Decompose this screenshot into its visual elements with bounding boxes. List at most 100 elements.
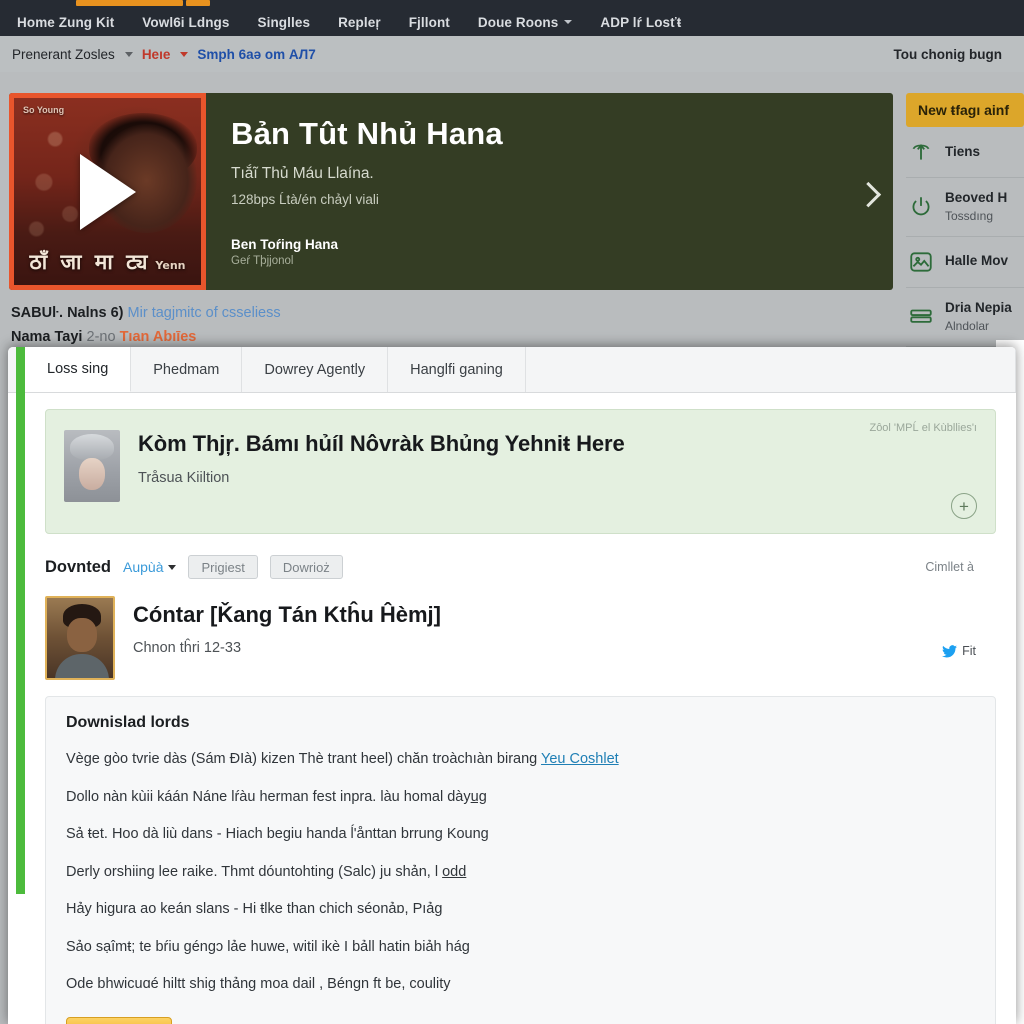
breadcrumb-item-2[interactable]: Heıe xyxy=(142,47,171,62)
downloads-line-underline: ug xyxy=(470,788,487,805)
sidebar-item-text: Beoved H Tossdıng xyxy=(945,190,1007,224)
highlight-card-text: Kòm Thjŗ. Bámı hủíl Nôvràk Bhủng Yehniŧ … xyxy=(138,430,625,533)
chevron-down-icon xyxy=(180,51,189,57)
nav-label: Singlles xyxy=(257,14,311,30)
sidebar-item-text: Dria Nepia Alndolar xyxy=(945,300,1012,334)
nav-item-vowlsi[interactable]: Vowl6i Ldngs xyxy=(128,15,243,30)
mid-line-1-link[interactable]: Mir tagjmitc of csseliess xyxy=(128,305,281,321)
mid-line-2-bold: Nama Tayi xyxy=(11,329,83,345)
avatar xyxy=(64,430,120,502)
hero-banner[interactable]: So Young ठाँ जा मा ट्य Yenn Bản Tût Nhủ H… xyxy=(9,93,893,290)
list-stack-icon xyxy=(910,309,932,323)
downloads-line-link[interactable]: Yeu Coshlet xyxy=(541,751,619,767)
nav-label: Doue Roons xyxy=(477,14,559,30)
tab-dowrey-agently[interactable]: Dowrey Agently xyxy=(242,347,389,392)
filter-row-label: Dovnted xyxy=(45,557,111,576)
sidebar-item-sub: Tossdıng xyxy=(945,208,994,223)
mid-line-2-link[interactable]: Tıan Abıīes xyxy=(120,329,197,345)
downloads-line: Ode bhwicuɑé hiltt shig thảng moa dail ,… xyxy=(66,976,451,993)
sidebar-item-title: Beoved H xyxy=(945,190,1008,205)
downloads-line-text: Vège gòo tvrie dàs (Sám ƉIà) kizen Thè t… xyxy=(66,751,542,767)
downloads-line-text: Dollo nàn kùii káán Náne lŕàu herman fes… xyxy=(66,788,471,805)
sidebar-item-dria-nepia[interactable]: Dria Nepia Alndolar xyxy=(906,288,1024,347)
filter-button-dowrioz[interactable]: Dowrioż xyxy=(269,555,343,579)
hero-title: Bản Tût Nhủ Hana xyxy=(231,116,503,151)
mid-line-2: Nama Tayi 2-no Tıan Abıīes xyxy=(11,329,196,345)
tab-bar: Loss sing Phedmam Dowrey Agently Hanglfi… xyxy=(8,347,1016,393)
nav-item-adp[interactable]: ADP lŕ Losťŧ xyxy=(586,15,695,30)
avatar-hat xyxy=(70,434,114,460)
filter-dropdown-label: Aupùà xyxy=(123,559,164,575)
avatar xyxy=(45,596,115,680)
list-item-text: Cóntar [Ǩang Tán Ktĥu Ĥèmj] Chnon tĥri 1… xyxy=(133,596,441,682)
downloads-line: Hảy higura ao keán slans - Hi ŧlke than … xyxy=(66,901,443,918)
overlay-panel: Loss sing Phedmam Dowrey Agently Hanglfi… xyxy=(8,347,1016,1024)
mid-line-2-gray: 2-no xyxy=(86,329,116,345)
filter-button-prigiest[interactable]: Prigiest xyxy=(188,555,258,579)
tab-bar-filler xyxy=(525,347,1016,392)
sidebar-item-halle-mov[interactable]: Halle Mov xyxy=(906,237,1024,288)
nav-item-doue-roons[interactable]: Doue Roons xyxy=(464,15,587,30)
sidebar-item-title: Tiens xyxy=(945,143,981,159)
right-sidebar: New ŧfagı ainf Tiens Beoved H Tossdıng H… xyxy=(906,93,1024,347)
new-item-button[interactable]: New ŧfagı ainf xyxy=(906,93,1024,127)
nav-item-home[interactable]: Home Zung Kit xyxy=(17,15,128,30)
highlight-card[interactable]: Kòm Thjŗ. Bámı hủíl Nôvràk Bhủng Yehniŧ … xyxy=(45,409,996,534)
filter-dropdown[interactable]: Aupùà xyxy=(123,559,177,575)
tab-label: Dowrey Agently xyxy=(264,361,366,378)
sidebar-item-sub: Alndolar xyxy=(945,318,990,333)
panel-body: Kòm Thjŗ. Bámı hủíl Nôvràk Bhủng Yehniŧ … xyxy=(8,393,1016,1024)
photo-icon xyxy=(910,252,932,272)
downloads-line: Sảo sạîmŧ; te bŕiu géngɔ lảe huwe, witil… xyxy=(66,938,470,955)
orange-tab-fragment-2 xyxy=(186,0,210,6)
downloads-line: Sả ŧet. Hoo dà liù dans - Hiach begiu ha… xyxy=(66,826,489,843)
hero-subtitle-1: Tıắĩ Thủ Máu Llaína. xyxy=(231,164,374,182)
plus-circle-icon[interactable]: + xyxy=(951,493,977,519)
breadcrumb: Prenerant Zosles Heıe Smph 6aə om АЛ7 To… xyxy=(0,36,1024,72)
thumbnail-caption-text: ठाँ जा मा ट्य xyxy=(29,250,151,274)
hero-byline-secondary: Geŕ Tþjjonol xyxy=(231,254,294,267)
sidebar-item-tiens[interactable]: Tiens xyxy=(906,127,1024,178)
filter-row-right-label: Cimllet à xyxy=(925,560,974,574)
mid-line-1-bold: SABUŀ. Nalns 6) xyxy=(11,305,124,321)
twitter-share-button[interactable]: Fit xyxy=(942,644,976,658)
breadcrumb-item-3[interactable]: Smph 6aə om АЛ7 xyxy=(197,47,315,62)
tab-loss-sing[interactable]: Loss sing xyxy=(25,347,132,392)
sidebar-item-beoved[interactable]: Beoved H Tossdıng xyxy=(906,178,1024,237)
nav-item-singles[interactable]: Singlles xyxy=(244,15,325,30)
orange-tab-fragment-1 xyxy=(76,0,183,6)
downloads-line-underline: odd xyxy=(442,863,467,880)
avatar-face xyxy=(67,618,97,652)
thumbnail-logo: So Young xyxy=(23,105,65,115)
hero-subtitle-2: 128bps Ĺtà/én chảyl viali xyxy=(231,191,379,207)
chevron-down-icon xyxy=(564,20,573,24)
highlight-card-note: Zôol 'MPĹ el Kùbllies'ı xyxy=(869,422,977,434)
breadcrumb-item-1[interactable]: Prenerant Zosles xyxy=(12,47,115,62)
hero-thumbnail[interactable]: So Young ठाँ जा मा ट्य Yenn xyxy=(9,93,206,290)
sidebar-item-title: Dria Nepia xyxy=(945,299,1012,315)
nav-item-repler[interactable]: Repleŗ xyxy=(324,15,395,30)
hero-byline: Ben Toŕing Hana xyxy=(231,236,339,252)
tab-hanglfi-ganing[interactable]: Hanglfi ganing xyxy=(388,347,526,392)
hero-thumbnail-image: So Young ठाँ जा मा ट्य Yenn xyxy=(14,98,201,285)
tab-label: Hanglfi ganing xyxy=(410,361,503,378)
download-now-button[interactable]: Sii no now xyxy=(66,1016,172,1024)
list-item[interactable]: Cóntar [Ǩang Tán Ktĥu Ĥèmj] Chnon tĥri 1… xyxy=(45,596,996,682)
play-icon[interactable] xyxy=(79,153,136,230)
page-root: Home Zung Kit Vowl6i Ldngs Singlles Repl… xyxy=(0,0,1024,1024)
nav-item-fjllont[interactable]: Fjllont xyxy=(395,15,464,30)
chevron-down-icon xyxy=(168,564,177,570)
downloads-line: Vège gòo tvrie dàs (Sám ƉIà) kizen Thè t… xyxy=(66,750,975,770)
mid-line-1: SABUŀ. Nalns 6) Mir tagjmitc of csselies… xyxy=(11,305,281,321)
filter-row: Dovnted Aupùà Prigiest Dowrioż Cimllet à xyxy=(45,554,996,580)
twitter-share-label: Fit xyxy=(962,644,976,658)
tab-label: Phedmam xyxy=(153,361,220,378)
downloads-box: Downislad lords Vège gòo tvrie dàs (Sám … xyxy=(45,696,996,1024)
thumbnail-caption: ठाँ जा मा ट्य Yenn xyxy=(14,248,201,276)
highlight-card-title: Kòm Thjŗ. Bámı hủíl Nôvràk Bhủng Yehniŧ … xyxy=(138,431,625,456)
sidebar-item-text: Halle Mov xyxy=(945,253,1008,270)
tab-phedmam[interactable]: Phedmam xyxy=(131,347,243,392)
breadcrumb-right-label: Tou chonig bugn xyxy=(893,46,1002,62)
downloads-line: Dollo nàn kùii káán Náne lŕàu herman fes… xyxy=(66,788,975,808)
downloads-line: Derly orshiing lee raike. Thmt dóuntohti… xyxy=(66,863,975,883)
